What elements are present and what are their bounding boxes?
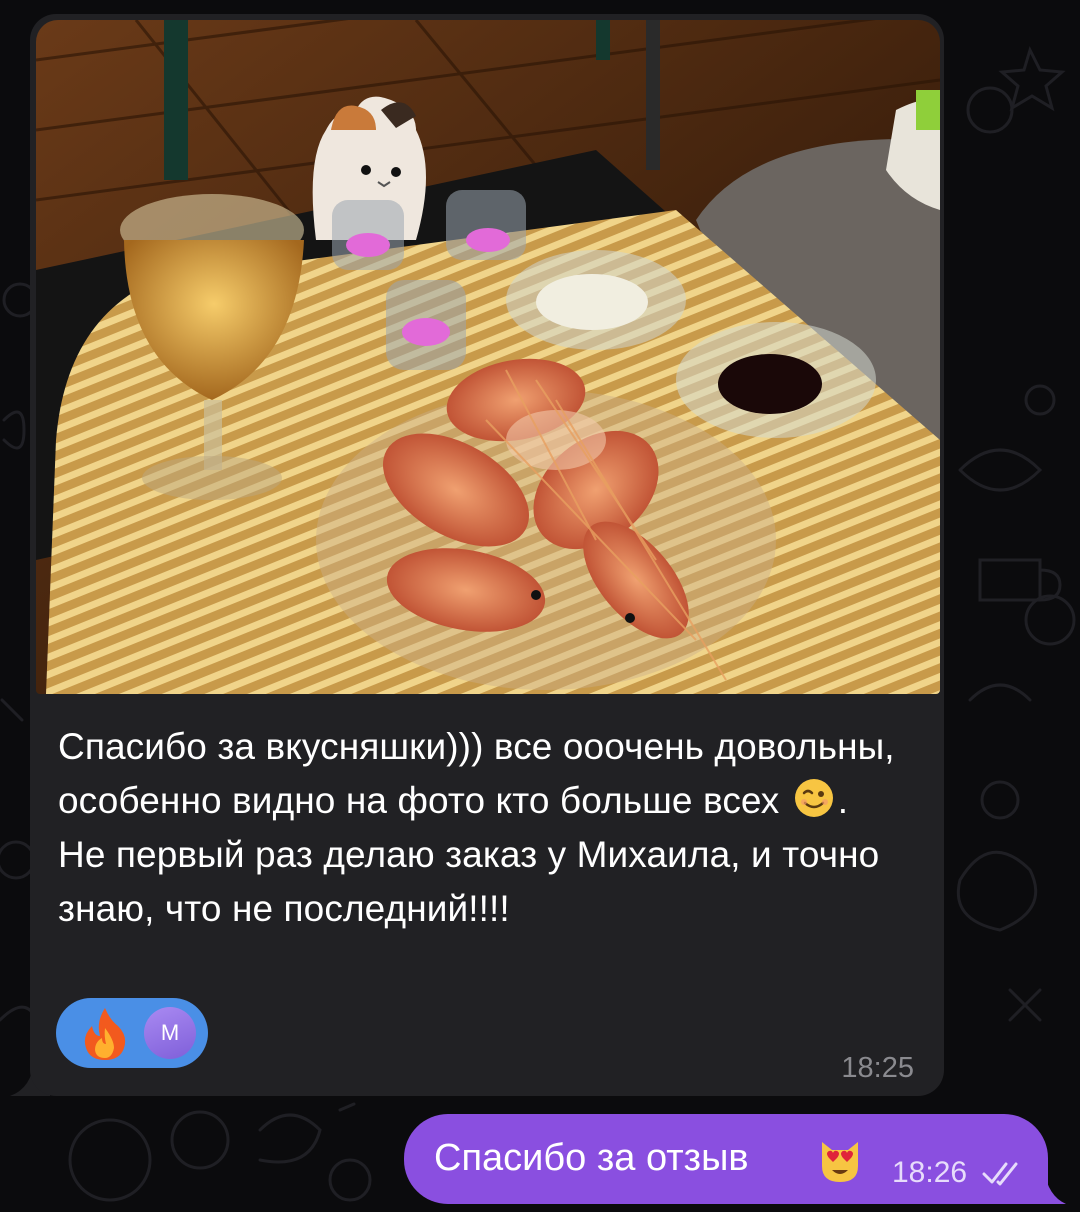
heart-eyes-cat-icon [822, 1142, 858, 1182]
winking-face-icon [794, 779, 833, 817]
outgoing-message-text: Спасибо за отзыв [434, 1137, 749, 1179]
message-text: Спасибо за вкусняшки))) все ооочень дово… [58, 720, 898, 936]
reaction-pill[interactable]: М [56, 998, 208, 1068]
outgoing-message-time: 18:26 [892, 1156, 968, 1189]
fire-icon [84, 1008, 126, 1060]
incoming-message-bubble[interactable]: Спасибо за вкусняшки))) все ооочень дово… [30, 14, 944, 1096]
outgoing-message-bubble[interactable]: Спасибо за отзыв 18:26 [404, 1114, 1048, 1204]
incoming-message-time: 18:25 [841, 1052, 914, 1084]
message-photo[interactable] [36, 20, 940, 694]
message-text-part1: Спасибо за вкусняшки))) все ооочень дово… [58, 726, 906, 821]
reaction-avatar: М [144, 1007, 196, 1059]
double-check-icon [982, 1162, 1018, 1186]
